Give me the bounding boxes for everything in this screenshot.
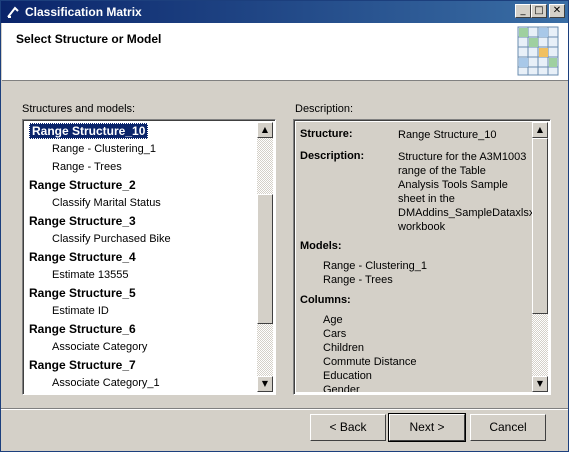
wizard-header: Select Structure or Model — [2, 23, 568, 81]
description-line: sheet in the — [398, 193, 455, 205]
structure-item[interactable]: Range Structure_2 — [25, 176, 257, 194]
structure-item[interactable]: Range Structure_6 — [25, 320, 257, 338]
structures-scrollbar[interactable]: ▲ ▼ — [257, 122, 273, 392]
column-entry: Children — [323, 342, 364, 354]
description-scroll-thumb[interactable] — [532, 138, 548, 314]
scroll-down-arrow-icon[interactable]: ▼ — [257, 376, 273, 392]
description-line: Structure for the A3M1003 — [398, 151, 527, 163]
dialog-window: Classification Matrix _ □ ✕ Select Struc… — [0, 0, 569, 452]
column-entry: Cars — [323, 328, 347, 340]
page-heading: Select Structure or Model — [16, 32, 162, 46]
scroll-up-arrow-icon[interactable]: ▲ — [532, 122, 548, 138]
description-line: Analysis Tools Sample — [398, 179, 508, 191]
structure-item[interactable]: Range Structure_10 — [25, 122, 257, 140]
item-label: Associate Category — [52, 341, 148, 353]
item-label: Range Structure_2 — [29, 178, 136, 192]
column-entry: Gender — [323, 384, 360, 392]
structures-listbox[interactable]: Range Structure_10 Range - Clustering_1 Ra… — [22, 119, 276, 395]
item-label: Range - Trees — [52, 161, 122, 173]
item-label: Range Structure_7 — [29, 358, 136, 372]
model-entry: Range - Clustering_1 — [323, 260, 427, 272]
description-line: workbook — [398, 221, 446, 233]
model-item[interactable]: Associate Category — [25, 338, 257, 356]
scroll-down-arrow-icon[interactable]: ▼ — [532, 376, 548, 392]
model-item[interactable]: Classify Purchased Bike — [25, 230, 257, 248]
app-icon — [7, 6, 19, 18]
item-label: Classify Purchased Bike — [52, 233, 171, 245]
description-text: Structure for the A3M1003 range of the T… — [398, 150, 532, 234]
maximize-button[interactable]: □ — [531, 4, 547, 18]
description-content: Structure: Range Structure_10 Descriptio… — [296, 122, 532, 392]
item-label: Range Structure_6 — [29, 322, 136, 336]
footer-divider — [1, 408, 568, 410]
structures-scroll-thumb[interactable] — [257, 194, 273, 324]
structure-item[interactable]: Range Structure_3 — [25, 212, 257, 230]
item-label: Range Structure_3 — [29, 214, 136, 228]
item-label: Associate Category_1 — [52, 377, 160, 389]
model-item[interactable]: Estimate 13555 — [25, 266, 257, 284]
item-label: Estimate ID — [52, 305, 109, 317]
item-label: Range Structure_5 — [29, 286, 136, 300]
model-item[interactable]: Classify Marital Status — [25, 194, 257, 212]
cancel-button[interactable]: Cancel — [470, 414, 546, 441]
title-bar[interactable]: Classification Matrix _ □ ✕ — [1, 1, 568, 23]
structure-item[interactable]: Range Structure_7 — [25, 356, 257, 374]
model-item[interactable]: Range - Trees — [25, 158, 257, 176]
model-entry: Range - Trees — [323, 274, 393, 286]
item-label: Range Structure_4 — [29, 250, 136, 264]
structure-value: Range Structure_10 — [398, 129, 497, 141]
structure-item[interactable]: Range Structure_5 — [25, 284, 257, 302]
description-panel: Structure: Range Structure_10 Descriptio… — [293, 119, 551, 395]
structure-item[interactable]: Range Structure_4 — [25, 248, 257, 266]
classification-matrix-logo — [517, 26, 559, 76]
model-item[interactable]: Associate Category_1 — [25, 374, 257, 392]
models-heading: Models: — [300, 240, 342, 252]
structures-list: Range Structure_10 Range - Clustering_1 Ra… — [25, 122, 257, 392]
columns-heading: Columns: — [300, 294, 351, 306]
back-button[interactable]: < Back — [310, 414, 386, 441]
column-entry: Education — [323, 370, 372, 382]
item-label: Range - Clustering_1 — [52, 143, 156, 155]
structures-label: Structures and models: — [22, 103, 136, 115]
model-item[interactable]: Estimate ID — [25, 302, 257, 320]
window-title: Classification Matrix — [25, 5, 142, 19]
model-item[interactable]: Range - Clustering_1 — [25, 140, 257, 158]
column-entry: Age — [323, 314, 343, 326]
scroll-up-arrow-icon[interactable]: ▲ — [257, 122, 273, 138]
item-label: Estimate 13555 — [52, 269, 129, 281]
description-scrollbar[interactable]: ▲ ▼ — [532, 122, 548, 392]
minimize-button[interactable]: _ — [515, 4, 531, 18]
item-label: Classify Marital Status — [52, 197, 161, 209]
structure-key: Structure: — [300, 128, 353, 140]
next-button[interactable]: Next > — [388, 413, 466, 442]
description-label: Description: — [295, 103, 354, 115]
close-button[interactable]: ✕ — [549, 4, 565, 18]
column-entry: Commute Distance — [323, 356, 417, 368]
item-label: Range Structure_10 — [29, 123, 149, 139]
description-line: DMAddins_SampleDataxlsx — [398, 207, 532, 219]
description-key: Description: — [300, 150, 365, 162]
description-line: range of the Table — [398, 165, 486, 177]
